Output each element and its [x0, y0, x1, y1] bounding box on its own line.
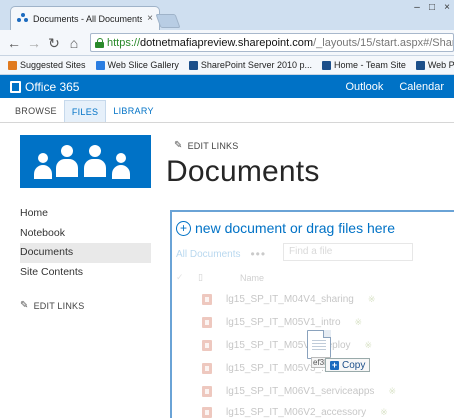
bookmark-icon [415, 60, 425, 70]
browser-title-bar: Documents - All Documents × – □ × [0, 0, 454, 30]
nav-item-documents[interactable]: Documents [20, 243, 151, 263]
edit-links-top[interactable]: ✎ EDIT LINKS [174, 140, 238, 151]
home-icon[interactable]: ⌂ [66, 35, 82, 51]
powerpoint-icon [202, 386, 212, 397]
column-header-row: ✓ ▯ Name [176, 272, 446, 283]
column-header-name[interactable]: Name [240, 273, 264, 283]
address-bar[interactable]: https://dotnetmafiapreview.sharepoint.co… [90, 33, 454, 52]
ribbon-tabs: BROWSE FILES LIBRARY [0, 98, 454, 123]
powerpoint-icon [202, 407, 212, 418]
select-all-checkbox[interactable]: ✓ [176, 272, 198, 283]
bookmark-web-pages[interactable]: Web Pages - All Docume [415, 60, 454, 70]
copy-tooltip: + Copy [325, 358, 371, 372]
dragged-file-icon [307, 330, 331, 359]
pencil-icon: ✎ [20, 300, 29, 311]
pencil-icon: ✎ [174, 140, 183, 151]
bookmark-icon [188, 60, 198, 70]
back-icon[interactable]: ← [6, 35, 22, 51]
browser-tab[interactable]: Documents - All Documents × [10, 6, 160, 30]
powerpoint-icon [202, 340, 212, 351]
more-views-icon[interactable]: ••• [250, 247, 266, 261]
site-logo[interactable] [20, 135, 151, 188]
plus-icon: + [176, 220, 191, 236]
browser-toolbar: ← → ↻ ⌂ https://dotnetmafiapreview.share… [0, 30, 454, 56]
bookmark-icon [95, 60, 105, 70]
calendar-link[interactable]: Calendar [399, 81, 444, 93]
tab-files[interactable]: FILES [63, 100, 107, 122]
bookmark-web-slice-gallery[interactable]: Web Slice Gallery [95, 60, 179, 70]
table-row[interactable]: lg15_SP_IT_M05V1_intro ※ [202, 317, 362, 328]
bookmarks-bar: Suggested Sites Web Slice Gallery ShareP… [0, 56, 454, 75]
office-icon [10, 80, 21, 93]
powerpoint-icon [202, 317, 212, 328]
table-row[interactable]: lg15_SP_IT_M04V4_sharing ※ [202, 294, 375, 305]
outlook-link[interactable]: Outlook [345, 81, 383, 93]
table-row[interactable]: lg15_SP_IT_M06V1_serviceapps ※ [202, 386, 396, 397]
nav-item-notebook[interactable]: Notebook [20, 224, 151, 244]
tab-library[interactable]: LIBRARY [106, 100, 160, 122]
bookmark-suggested-sites[interactable]: Suggested Sites [8, 60, 86, 70]
lock-icon [95, 37, 104, 48]
new-document-link[interactable]: + new document or drag files here [176, 220, 395, 236]
sharepoint-favicon-icon [17, 13, 28, 24]
new-badge: ※ [380, 407, 388, 417]
url-text: https://dotnetmafiapreview.sharepoint.co… [107, 36, 454, 49]
minimize-button[interactable]: – [410, 3, 424, 13]
suite-bar: Office 365 Outlook Calendar [0, 75, 454, 98]
bookmark-sharepoint-server[interactable]: SharePoint Server 2010 p... [188, 60, 312, 70]
copy-plus-icon: + [330, 359, 339, 370]
find-file-input[interactable]: Find a file [283, 243, 413, 261]
tab-browse[interactable]: BROWSE [8, 100, 64, 122]
nav-item-home[interactable]: Home [20, 204, 151, 224]
nav-item-site-contents[interactable]: Site Contents [20, 263, 151, 283]
quick-launch: Home Notebook Documents Site Contents [20, 204, 151, 282]
bookmark-icon [8, 60, 17, 70]
table-row[interactable]: lg15_SP_IT_M06V2_accessory ※ [202, 407, 388, 418]
edit-links-left[interactable]: ✎ EDIT LINKS [20, 300, 84, 311]
tab-close-icon[interactable]: × [147, 13, 153, 24]
office365-logo[interactable]: Office 365 [0, 80, 79, 94]
forward-icon[interactable]: → [26, 35, 42, 51]
new-tab-button[interactable] [155, 14, 181, 28]
maximize-button[interactable]: □ [425, 3, 439, 13]
tab-title: Documents - All Documents [33, 13, 143, 24]
new-badge: ※ [364, 340, 373, 350]
powerpoint-icon [202, 294, 212, 305]
library-drop-zone[interactable]: + new document or drag files here All Do… [170, 210, 454, 418]
reload-icon[interactable]: ↻ [46, 35, 62, 51]
page-title: Documents [166, 155, 320, 188]
new-badge: ※ [388, 386, 396, 396]
close-window-button[interactable]: × [440, 3, 454, 13]
view-selector: All Documents ••• [176, 247, 266, 261]
view-all-documents[interactable]: All Documents [176, 249, 240, 260]
doc-type-icon: ▯ [198, 272, 203, 282]
table-row[interactable]: lg15_SP_IT_M05V2_deploy ※ [202, 340, 372, 351]
new-badge: ※ [354, 317, 363, 327]
bookmark-icon [321, 60, 331, 70]
bookmark-home-team-site[interactable]: Home - Team Site [321, 60, 406, 70]
powerpoint-icon [202, 363, 212, 374]
new-badge: ※ [367, 294, 376, 304]
office365-brand: Office 365 [25, 79, 80, 94]
